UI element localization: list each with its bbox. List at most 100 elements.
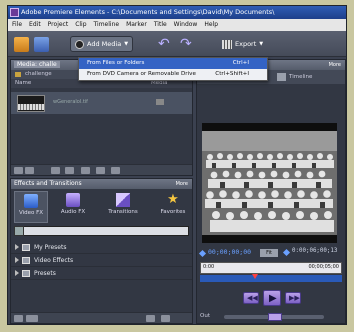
menu-window[interactable]: Window: [174, 19, 198, 31]
export-label: Export: [235, 40, 257, 48]
export-button[interactable]: Export ▼: [222, 36, 263, 52]
tab-label: Audio FX: [60, 209, 86, 215]
menu-edit[interactable]: Edit: [29, 19, 41, 31]
current-timecode[interactable]: 00;00;00;00: [208, 248, 251, 256]
redo-icon: ↷: [180, 36, 192, 52]
effects-list: My Presets Video Effects Presets: [11, 241, 192, 280]
add-media-button[interactable]: Add Media ▼: [70, 36, 134, 52]
add-media-icon: [75, 39, 84, 49]
clip-name: wGeneralol.tif: [53, 99, 88, 105]
find-icon[interactable]: [51, 167, 60, 174]
menu-bar: File Edit Project Clip Timeline Marker T…: [8, 19, 346, 31]
menu-marker[interactable]: Marker: [126, 19, 147, 31]
menu-project[interactable]: Project: [48, 19, 69, 31]
window-title: Adobe Premiere Elements - C:\Documents a…: [21, 8, 275, 16]
timeline-icon: [277, 73, 286, 81]
fast-forward-button[interactable]: ▶▶: [285, 292, 301, 304]
group-photo-image: [202, 123, 337, 243]
scrub-start-label: 0:00: [203, 264, 215, 270]
search-icon: [14, 226, 24, 236]
monitor-video-frame: [202, 123, 337, 243]
new-bin-icon[interactable]: [146, 315, 155, 322]
fast-forward-icon: ▶▶: [289, 294, 300, 302]
new-project-button[interactable]: [14, 36, 29, 52]
chevron-down-icon: ▼: [124, 41, 129, 47]
save-disk-icon: [34, 36, 49, 52]
clip-thumbnail: [17, 95, 45, 112]
save-button[interactable]: [34, 36, 49, 52]
transitions-icon: [116, 193, 130, 207]
out-label: Out: [200, 313, 210, 319]
menu-help[interactable]: Help: [204, 19, 218, 31]
undo-button[interactable]: ↶: [158, 36, 170, 52]
list-item-label: Video Effects: [34, 257, 74, 264]
mini-timeline-scrubber[interactable]: 0:00 00;00;05;00: [200, 262, 342, 274]
tab-label: Video FX: [18, 210, 44, 216]
new-item-icon[interactable]: [81, 167, 90, 174]
effects-panel-header: Effects and Transitions More: [11, 179, 192, 189]
clear-icon[interactable]: [96, 167, 105, 174]
view-toggle-icon[interactable]: [14, 315, 23, 322]
shuttle-handle-icon[interactable]: [268, 313, 282, 321]
effects-search-input[interactable]: [14, 226, 189, 236]
column-name-header[interactable]: Name: [15, 79, 31, 88]
tab-video-fx[interactable]: Video FX: [14, 191, 48, 223]
app-window: Adobe Premiere Elements - C:\Documents a…: [7, 5, 347, 325]
menu-item-shortcut: Ctrl+Shift+I: [215, 71, 249, 77]
menu-clip[interactable]: Clip: [75, 19, 86, 31]
zoom-fit-select[interactable]: Fit: [260, 249, 278, 257]
delete-icon[interactable]: [161, 315, 170, 322]
audio-fx-icon: [66, 193, 80, 207]
undo-icon: ↶: [158, 36, 170, 52]
expand-arrow-icon: [15, 244, 19, 250]
menu-timeline[interactable]: Timeline: [94, 19, 120, 31]
folder-label: challenge: [25, 71, 52, 77]
effects-panel-footer: [11, 312, 192, 323]
media-panel-tab[interactable]: Media: challe: [14, 61, 60, 68]
folder-icon: [22, 244, 30, 251]
menu-item-label: From DVD Camera or Removable Drive: [87, 71, 196, 77]
list-item-my-presets[interactable]: My Presets: [11, 241, 192, 254]
list-item-presets[interactable]: Presets: [11, 267, 192, 280]
expand-arrow-icon: [15, 257, 19, 263]
tab-audio-fx[interactable]: Audio FX: [56, 191, 90, 223]
timeline-tab-label[interactable]: Timeline: [289, 70, 312, 84]
monitor-more-button[interactable]: More: [329, 60, 341, 70]
jog-shuttle-bar: Out: [200, 312, 344, 322]
favorites-star-icon: ★: [167, 192, 179, 207]
icon-view-icon[interactable]: [25, 167, 34, 174]
playhead-icon[interactable]: [252, 274, 258, 279]
delete-icon[interactable]: [111, 167, 120, 174]
folder-icon: [15, 72, 21, 77]
menu-title[interactable]: Title: [154, 19, 167, 31]
folder-icon: [22, 270, 30, 277]
tab-transitions[interactable]: Transitions: [106, 191, 140, 223]
add-media-dropdown: From Files or Folders Ctrl+I From DVD Ca…: [78, 57, 268, 81]
redo-button[interactable]: ↷: [180, 36, 192, 52]
effects-panel: Effects and Transitions More Video FX Au…: [10, 178, 193, 324]
list-view-icon[interactable]: [14, 167, 23, 174]
new-folder-icon: [14, 36, 29, 52]
menu-item-from-files[interactable]: From Files or Folders Ctrl+I: [79, 58, 267, 69]
effects-more-button[interactable]: More: [176, 179, 188, 189]
media-panel-footer: [11, 164, 192, 175]
play-button[interactable]: ▶: [263, 290, 281, 306]
monitor-time-bar: 00;00;00;00 Fit 0:00;06;00;13: [198, 247, 344, 259]
list-item-video-effects[interactable]: Video Effects: [11, 254, 192, 267]
media-type-icon: [156, 99, 164, 105]
premiere-app-icon: [10, 8, 19, 17]
chevron-down-icon: ▼: [259, 41, 264, 47]
list-item-label: My Presets: [34, 244, 67, 251]
menu-item-shortcut: Ctrl+I: [232, 60, 249, 66]
time-marker-icon: [198, 249, 207, 258]
folder-new-icon[interactable]: [65, 167, 74, 174]
menu-item-from-dvd[interactable]: From DVD Camera or Removable Drive Ctrl+…: [79, 69, 267, 80]
rewind-button[interactable]: ◀◀: [243, 292, 259, 304]
new-preset-icon[interactable]: [26, 315, 38, 322]
duration-timecode: 0:00;06;00;13: [292, 248, 338, 254]
menu-file[interactable]: File: [12, 19, 22, 31]
tab-favorites[interactable]: ★ Favorites: [156, 191, 190, 223]
effects-panel-title: Effects and Transitions: [14, 180, 82, 187]
folder-icon: [22, 257, 30, 264]
media-clip-row[interactable]: wGeneralol.tif: [11, 92, 192, 114]
